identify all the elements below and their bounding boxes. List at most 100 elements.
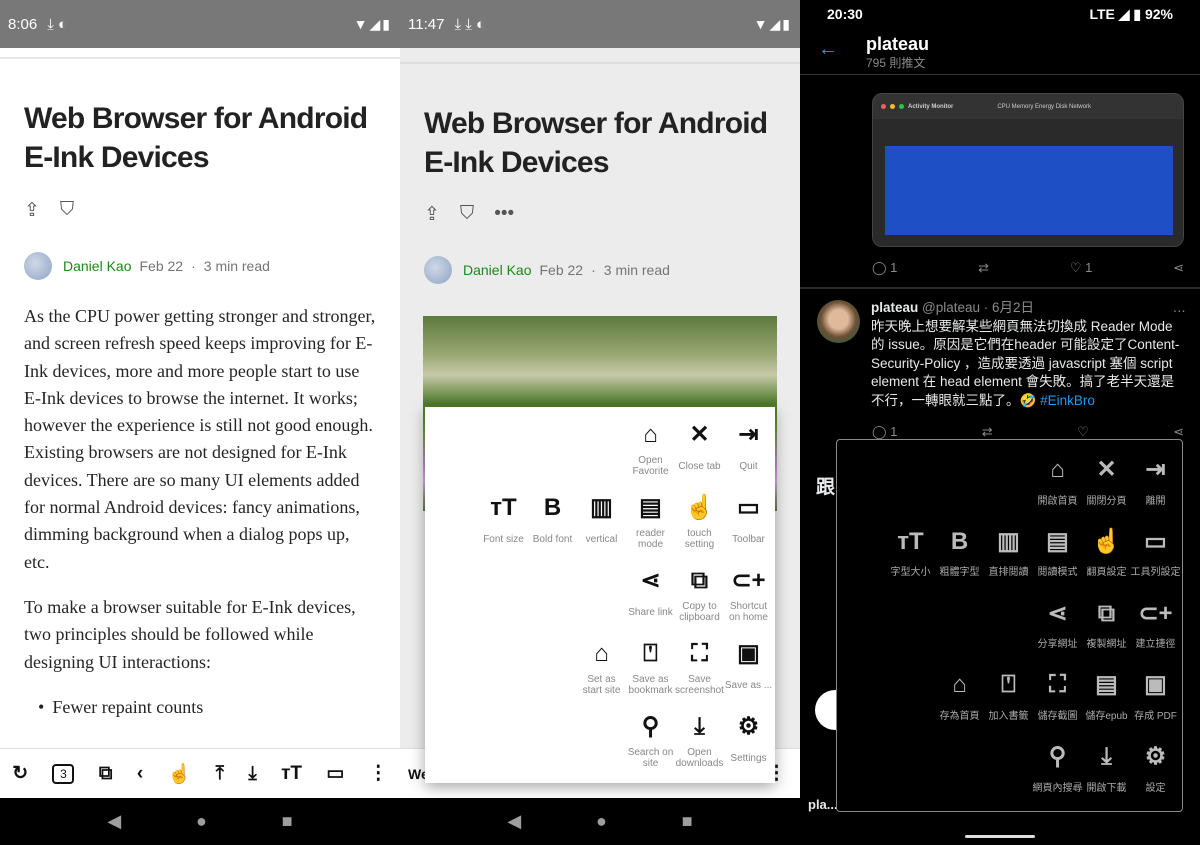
menu-item-home[interactable]: ⌂ 存為首頁 xyxy=(935,667,984,739)
menu-item-download[interactable]: ⤓ 開啟下載 xyxy=(1082,739,1131,811)
exit-icon: ⇥ xyxy=(738,421,759,448)
menu-item-label: 建立捷徑 xyxy=(1135,639,1176,651)
menu-item-share[interactable]: ⋖ 分享網址 xyxy=(1033,596,1082,668)
selected-rows xyxy=(885,146,1173,235)
bookmarks-icon[interactable]: ⧉ xyxy=(99,763,113,785)
menu-item-screenshot[interactable]: ⛶ Save screenshot xyxy=(675,636,724,709)
menu-item-bookmark-add[interactable]: ⍞ 加入書籤 xyxy=(984,667,1033,739)
image-tabs: CPU Memory Energy Disk Network xyxy=(997,103,1092,110)
menu-item-search[interactable]: ⚲ Search on site xyxy=(626,709,675,782)
font-size-icon: ᴛT xyxy=(897,527,924,555)
share-icon[interactable]: ⋖ xyxy=(1173,260,1184,276)
avatar[interactable] xyxy=(817,300,860,343)
bookmark-icon[interactable]: ⛉ xyxy=(60,199,74,222)
tweet-actions: ◯ 1 ⇄ ♡ 1 ⋖ xyxy=(872,260,1184,276)
bookmark-icon[interactable]: ⛉ xyxy=(460,203,474,226)
ruler-icon[interactable]: ▭ xyxy=(326,762,344,785)
menu-item-home[interactable]: ⌂ 開啟首頁 xyxy=(1033,452,1082,524)
font-size-icon: ᴛT xyxy=(490,494,517,521)
menu-item-settings[interactable]: ⚙ Settings xyxy=(724,709,773,782)
more-icon[interactable]: ⋮ xyxy=(369,762,388,785)
menu-item-download[interactable]: ⤓ Open downloads xyxy=(675,709,724,782)
menu-item-add-link[interactable]: ⊂+ 建立捷徑 xyxy=(1131,596,1180,668)
font-size-icon[interactable]: ᴛT xyxy=(281,763,302,785)
menu-item-label: Toolbar xyxy=(732,533,765,545)
refresh-icon[interactable]: ↻ xyxy=(12,762,28,785)
menu-item-bold[interactable]: B 粗體字型 xyxy=(935,524,984,596)
menu-item-search[interactable]: ⚲ 網頁內搜尋 xyxy=(1033,739,1083,811)
share-icon[interactable]: ⋖ xyxy=(1173,424,1184,440)
menu-item-font-size[interactable]: ᴛT Font size xyxy=(479,490,528,563)
status-bar: 11:47 ⤓ ⤓ ◐ ▼◢▮ xyxy=(400,0,800,48)
add-link-icon: ⊂+ xyxy=(731,567,766,594)
back-arrow-icon[interactable]: ← xyxy=(818,38,838,61)
menu-item-ruler[interactable]: ▭ 工具列設定 xyxy=(1131,524,1181,596)
page-up-icon[interactable]: ⤒ xyxy=(216,763,224,785)
menu-item-pdf[interactable]: ▣ 存成 PDF xyxy=(1131,667,1180,739)
retweet-icon[interactable]: ⇄ xyxy=(978,260,989,276)
reply-button[interactable]: ◯ 1 xyxy=(872,424,897,440)
page-down-icon[interactable]: ⤓ xyxy=(248,763,256,785)
menu-item-screenshot[interactable]: ⛶ 儲存截圖 xyxy=(1033,667,1082,739)
avatar[interactable] xyxy=(424,256,452,284)
more-icon[interactable]: … xyxy=(1173,299,1187,318)
menu-item-exit[interactable]: ⇥ Quit xyxy=(724,417,773,490)
hashtag-link[interactable]: #EinkBro xyxy=(1040,393,1095,408)
status-time: 11:47 xyxy=(408,15,445,33)
nav-recents-icon[interactable]: ■ xyxy=(282,811,293,832)
paragraph: To make a browser suitable for E-Ink dev… xyxy=(24,596,356,672)
tweet[interactable]: plateau @plateau · 6月2日 … 昨天晚上想要解某些網頁無法切… xyxy=(871,299,1186,410)
tab-count-button[interactable]: 3 xyxy=(52,763,75,784)
menu-item-epub[interactable]: ▤ 儲存epub xyxy=(1082,667,1131,739)
menu-item-share[interactable]: ⋖ Share link xyxy=(626,563,675,636)
avatar[interactable] xyxy=(24,252,52,280)
menu-item-font-size[interactable]: ᴛT 字型大小 xyxy=(886,524,935,596)
author-name[interactable]: Daniel Kao xyxy=(463,262,532,278)
menu-item-vertical[interactable]: ▥ vertical xyxy=(577,490,626,563)
like-button[interactable]: ♡ 1 xyxy=(1070,260,1093,276)
menu-item-copy[interactable]: ⧉ Copy to clipboard xyxy=(675,563,724,636)
status-time: 20:30 xyxy=(827,6,863,22)
author-name[interactable]: Daniel Kao xyxy=(63,258,132,274)
menu-item-touch[interactable]: ☝ 翻頁設定 xyxy=(1082,524,1131,596)
nav-home-icon[interactable]: ● xyxy=(196,811,207,832)
article-title: Web Browser for Android E-Ink Devices xyxy=(24,102,368,174)
like-icon[interactable]: ♡ xyxy=(1077,424,1089,440)
menu-item-ruler[interactable]: ▭ Toolbar xyxy=(724,490,773,563)
nav-home-icon[interactable]: ● xyxy=(596,811,607,832)
menu-item-add-link[interactable]: ⊂+ Shortcut on home xyxy=(724,563,773,636)
menu-item-pdf[interactable]: ▣ Save as ... xyxy=(724,636,773,709)
menu-item-book[interactable]: ▤ reader mode xyxy=(626,490,675,563)
menu-item-settings[interactable]: ⚙ 設定 xyxy=(1131,739,1180,811)
read-time: 3 min read xyxy=(603,262,670,278)
menu-item-bold[interactable]: B Bold font xyxy=(528,490,577,563)
menu-item-home[interactable]: ⌂ Open Favorite xyxy=(626,417,675,490)
menu-item-bookmark-add[interactable]: ⍞ Save as bookmark xyxy=(626,636,675,709)
nav-back-icon[interactable]: ◀ xyxy=(507,811,521,832)
share-icon[interactable]: ⇪ xyxy=(424,203,440,226)
menu-item-book[interactable]: ▤ 閱讀模式 xyxy=(1033,524,1082,596)
menu-row: ⚲ 網頁內搜尋 ⤓ 開啟下載 ⚙ 設定 xyxy=(1033,739,1180,811)
post-date: Feb 22 xyxy=(539,262,584,278)
retweet-icon[interactable]: ⇄ xyxy=(982,424,993,440)
share-icon: ⋖ xyxy=(640,567,661,594)
menu-item-close[interactable]: ✕ Close tab xyxy=(675,417,724,490)
reply-button[interactable]: ◯ 1 xyxy=(872,260,897,276)
notification-icons: ⤓ ◐ xyxy=(47,15,68,33)
gesture-handle[interactable] xyxy=(965,835,1035,838)
touch-icon[interactable]: ☝ xyxy=(168,762,192,786)
menu-item-home[interactable]: ⌂ Set as start site xyxy=(577,636,626,709)
menu-item-copy[interactable]: ⧉ 複製網址 xyxy=(1082,596,1131,668)
image-app-title: Activity Monitor xyxy=(908,103,954,110)
menu-item-exit[interactable]: ⇥ 離開 xyxy=(1131,452,1180,524)
more-icon[interactable]: ••• xyxy=(494,203,514,226)
tweet-image[interactable]: Activity Monitor CPU Memory Energy Disk … xyxy=(872,93,1184,247)
share-icon[interactable]: ⇪ xyxy=(24,199,40,222)
menu-item-touch[interactable]: ☝ touch setting xyxy=(675,490,724,563)
copy-icon: ⧉ xyxy=(690,567,709,594)
menu-item-close[interactable]: ✕ 關閉分頁 xyxy=(1082,452,1131,524)
nav-recents-icon[interactable]: ■ xyxy=(682,811,693,832)
back-icon[interactable]: ‹ xyxy=(137,763,143,785)
nav-back-icon[interactable]: ◀ xyxy=(107,811,121,832)
menu-item-vertical[interactable]: ▥ 直排閱讀 xyxy=(984,524,1033,596)
